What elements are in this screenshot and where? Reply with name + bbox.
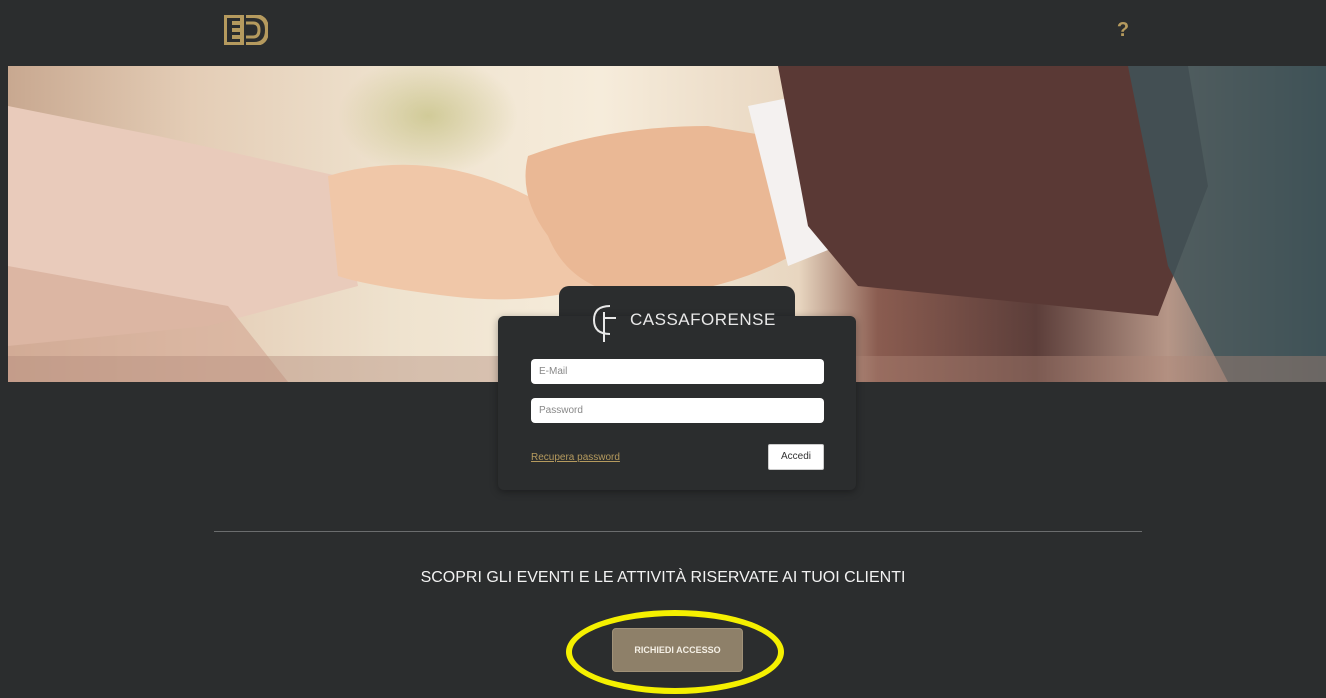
section-divider <box>214 531 1142 532</box>
top-bar: ? <box>0 0 1326 62</box>
recover-password-link[interactable]: Recupera password <box>531 452 620 463</box>
cf-logo-icon <box>592 305 616 342</box>
brand-name: CASSAFORENSE <box>630 310 776 329</box>
promo-headline: SCOPRI GLI EVENTI E LE ATTIVITÀ RISERVAT… <box>420 569 906 586</box>
help-button[interactable]: ? <box>1115 18 1131 42</box>
email-input[interactable] <box>531 359 824 384</box>
page: ? CASSAFORENSE E-Mail Recupera password … <box>0 0 1326 698</box>
login-button[interactable]: Accedi <box>768 444 824 470</box>
ed-logo-icon[interactable] <box>224 15 268 45</box>
highlight-ellipse <box>566 610 784 694</box>
password-input[interactable] <box>531 398 824 423</box>
cassaforense-brand: CASSAFORENSE <box>584 298 776 342</box>
